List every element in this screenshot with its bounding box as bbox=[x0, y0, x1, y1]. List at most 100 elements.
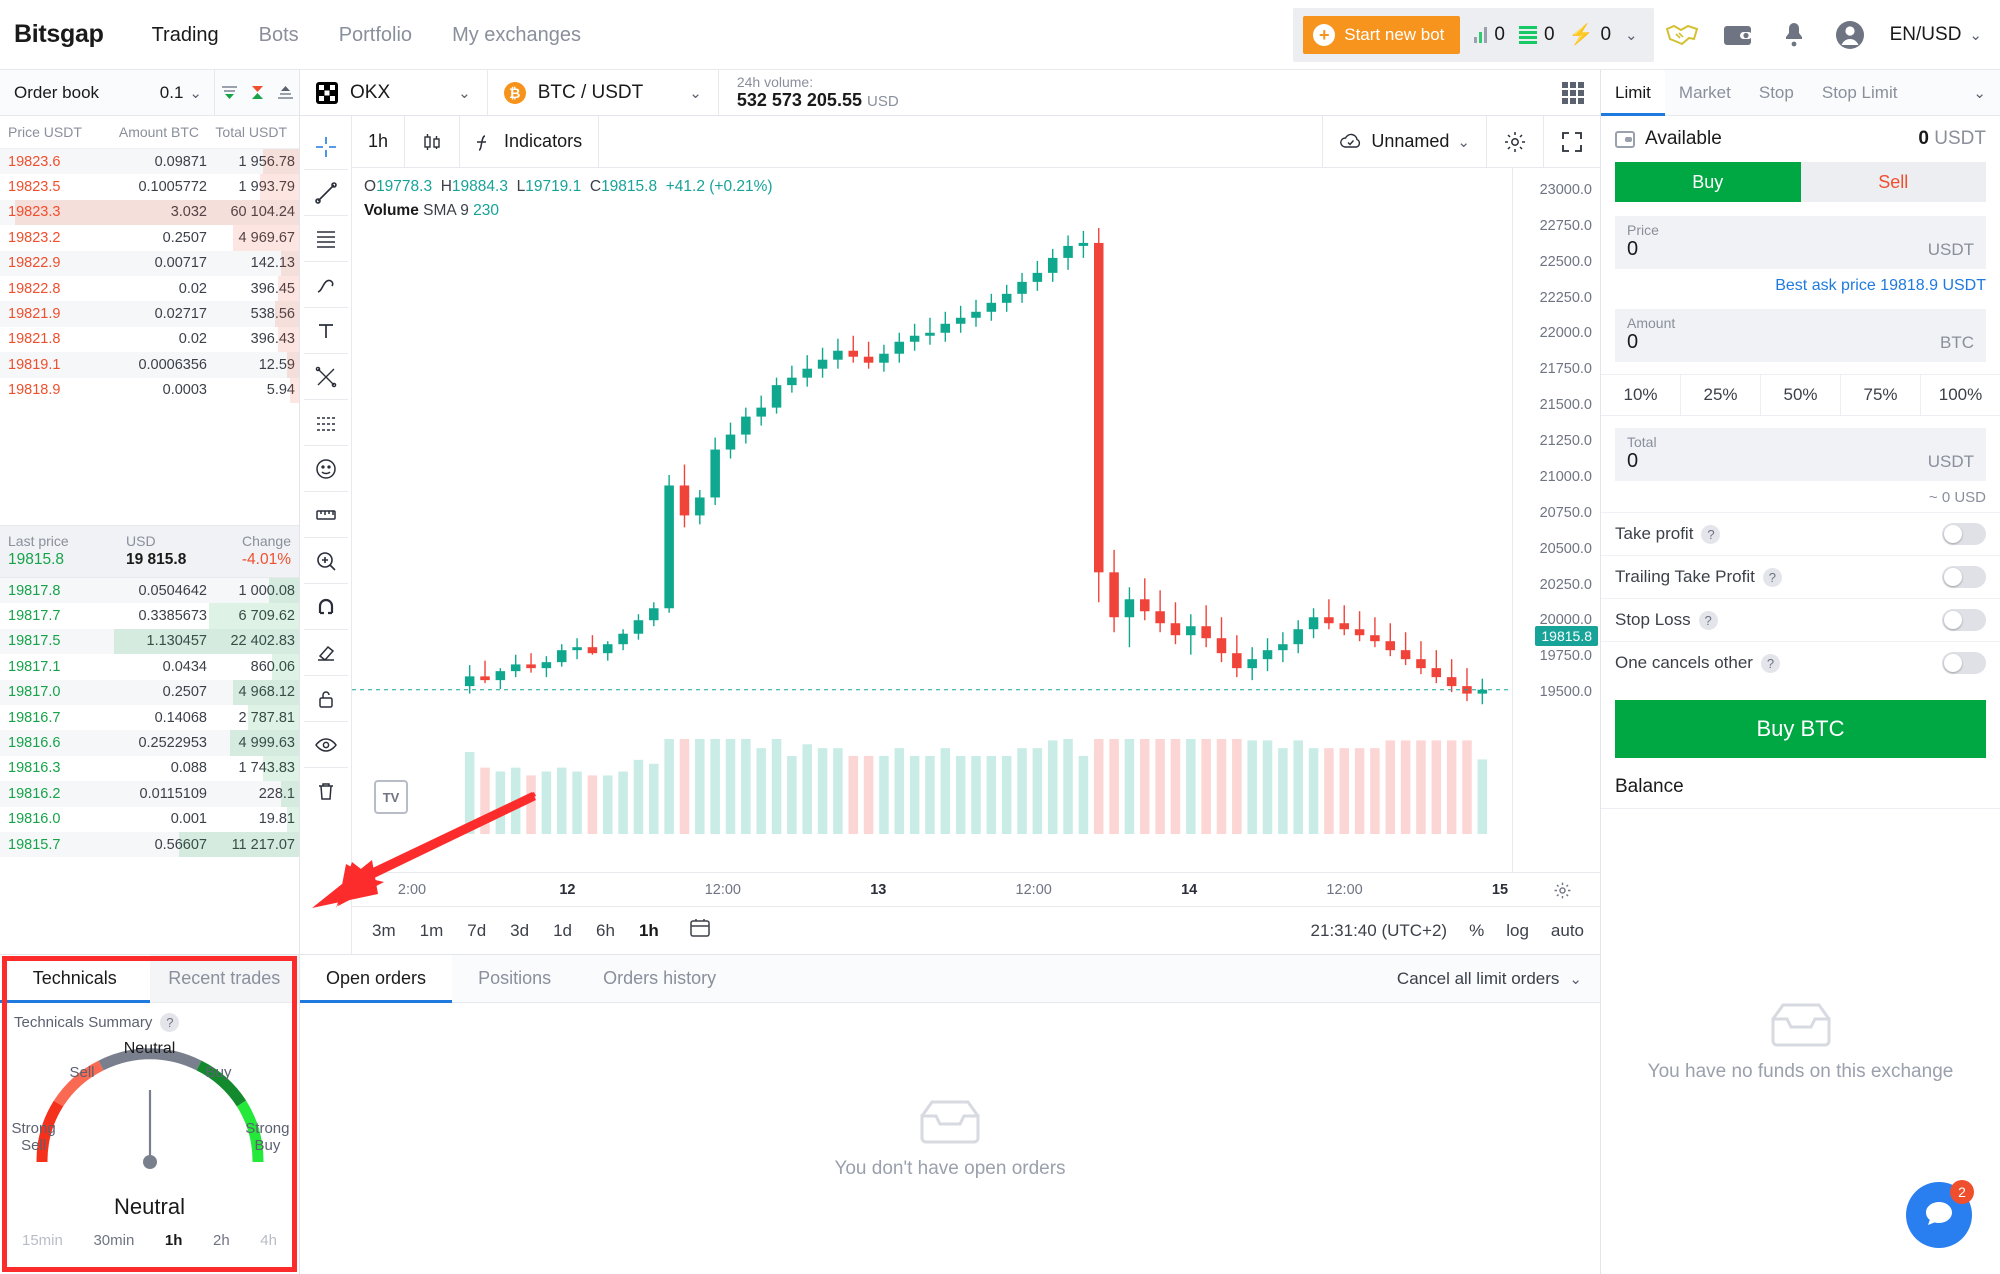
total-value[interactable]: 0 bbox=[1627, 450, 1974, 473]
footer-interval-6h[interactable]: 6h bbox=[584, 921, 627, 941]
orderbook-row[interactable]: 19823.3 3.032 60 104.24 bbox=[0, 199, 299, 226]
submit-buy-button[interactable]: Buy BTC bbox=[1615, 700, 1986, 758]
visibility-tool-icon[interactable] bbox=[303, 722, 348, 768]
scale-log-button[interactable]: log bbox=[1506, 921, 1529, 941]
wallet-icon[interactable] bbox=[1710, 0, 1766, 70]
stat-signals[interactable]: ⚡ 0 bbox=[1569, 24, 1611, 46]
footer-interval-3m[interactable]: 3m bbox=[360, 921, 408, 941]
fullscreen-icon[interactable] bbox=[1543, 116, 1600, 167]
nav-item-trading[interactable]: Trading bbox=[132, 1, 239, 69]
layout-name-selector[interactable]: Unnamed ⌄ bbox=[1322, 116, 1486, 167]
orderbook-row[interactable]: 19817.1 0.0434 860.06 bbox=[0, 654, 299, 680]
nav-item-bots[interactable]: Bots bbox=[239, 1, 319, 69]
eraser-tool-icon[interactable] bbox=[303, 630, 348, 676]
trailing-take-profit-toggle[interactable] bbox=[1942, 566, 1986, 588]
timeframe-1h[interactable]: 1h bbox=[165, 1232, 183, 1249]
help-icon[interactable]: ? bbox=[1762, 567, 1782, 587]
footer-interval-1h[interactable]: 1h bbox=[627, 921, 671, 941]
timeframe-15min[interactable]: 15min bbox=[22, 1232, 63, 1249]
orderbook-row[interactable]: 19818.9 0.0003 5.94 bbox=[0, 377, 299, 403]
stat-bots[interactable]: 0 bbox=[1474, 24, 1505, 46]
percent-10[interactable]: 10% bbox=[1601, 375, 1681, 415]
calendar-icon[interactable] bbox=[671, 918, 723, 943]
help-icon[interactable]: ? bbox=[1701, 524, 1721, 544]
footer-interval-7d[interactable]: 7d bbox=[455, 921, 498, 941]
orderbook-row[interactable]: 19817.0 0.2507 4 968.12 bbox=[0, 679, 299, 705]
amount-field[interactable]: Amount 0 BTC bbox=[1615, 309, 1986, 362]
help-icon[interactable]: ? bbox=[1698, 610, 1718, 630]
timeframe-2h[interactable]: 2h bbox=[213, 1232, 230, 1249]
patterns-tool-icon[interactable] bbox=[303, 354, 348, 400]
emoji-tool-icon[interactable] bbox=[303, 446, 348, 492]
orderbook-row[interactable]: 19821.8 0.02 396.43 bbox=[0, 326, 299, 353]
tab-limit[interactable]: Limit bbox=[1601, 70, 1665, 116]
orderbook-row[interactable]: 19823.5 0.1005772 1 993.79 bbox=[0, 174, 299, 200]
chart-settings-gear-icon[interactable] bbox=[1486, 116, 1543, 167]
candlestick-icon[interactable] bbox=[405, 116, 461, 167]
option-take-profit[interactable]: Take profit ? bbox=[1601, 512, 2000, 555]
orderbook-row[interactable]: 19822.9 0.00717 142.13 bbox=[0, 250, 299, 276]
footer-interval-1d[interactable]: 1d bbox=[541, 921, 584, 941]
best-ask-link[interactable]: Best ask price 19818.9 USDT bbox=[1601, 269, 2000, 295]
order-tabs-more-icon[interactable]: ⌄ bbox=[1959, 70, 2000, 115]
orderbook-row[interactable]: 19819.1 0.0006356 12.59 bbox=[0, 352, 299, 378]
amount-value[interactable]: 0 bbox=[1627, 331, 1974, 354]
percent-25[interactable]: 25% bbox=[1681, 375, 1761, 415]
take-profit-toggle[interactable] bbox=[1942, 523, 1986, 545]
fib-retracement-tool-icon[interactable] bbox=[303, 216, 348, 262]
timeframe-30min[interactable]: 30min bbox=[93, 1232, 134, 1249]
time-axis-settings-icon[interactable] bbox=[1553, 881, 1572, 905]
stat-grids[interactable]: 0 bbox=[1518, 24, 1555, 46]
percent-100[interactable]: 100% bbox=[1921, 375, 2000, 415]
sell-tab-button[interactable]: Sell bbox=[1801, 162, 1987, 202]
chevron-down-icon[interactable]: ⌄ bbox=[1625, 26, 1638, 44]
percent-75[interactable]: 75% bbox=[1841, 375, 1921, 415]
buy-tab-button[interactable]: Buy bbox=[1615, 162, 1801, 202]
help-icon[interactable]: ? bbox=[160, 1013, 180, 1032]
orderbook-mode-asks-icon[interactable] bbox=[271, 70, 299, 115]
tab-recent-trades[interactable]: Recent trades bbox=[149, 955, 299, 1002]
orderbook-mode-both-icon[interactable] bbox=[243, 70, 271, 115]
help-icon[interactable]: ? bbox=[1760, 653, 1780, 673]
tab-orders-history[interactable]: Orders history bbox=[577, 955, 742, 1002]
magnet-tool-icon[interactable] bbox=[303, 584, 348, 630]
prediction-tool-icon[interactable] bbox=[303, 400, 348, 446]
footer-interval-1m[interactable]: 1m bbox=[408, 921, 456, 941]
brand-logo[interactable]: Bitsgap bbox=[14, 20, 104, 49]
support-chat-button[interactable]: 2 bbox=[1906, 1180, 1974, 1248]
orderbook-row[interactable]: 19822.8 0.02 396.45 bbox=[0, 275, 299, 302]
option-trailing-take-profit[interactable]: Trailing Take Profit ? bbox=[1601, 555, 2000, 598]
one-cancels-other-toggle[interactable] bbox=[1942, 652, 1986, 674]
bell-icon[interactable] bbox=[1766, 0, 1822, 70]
scale-percent-button[interactable]: % bbox=[1469, 921, 1484, 941]
indicators-button[interactable]: Indicators bbox=[460, 116, 600, 167]
scale-auto-button[interactable]: auto bbox=[1551, 921, 1584, 941]
orderbook-row[interactable]: 19816.0 0.001 19.81 bbox=[0, 806, 299, 832]
exchange-selector[interactable]: OKX ⌄ bbox=[300, 70, 488, 115]
locale-selector[interactable]: EN/USD ⌄ bbox=[1890, 24, 1982, 46]
option-one-cancels-other[interactable]: One cancels other ? bbox=[1601, 641, 2000, 684]
text-tool-icon[interactable] bbox=[303, 308, 348, 354]
time-axis[interactable]: 2:00 12 12:00 13 12:00 14 12:00 15 bbox=[352, 872, 1600, 906]
orderbook-row[interactable]: 19816.6 0.2522953 4 999.63 bbox=[0, 730, 299, 756]
stop-loss-toggle[interactable] bbox=[1942, 609, 1986, 631]
measure-tool-icon[interactable] bbox=[303, 492, 348, 538]
chart-plot[interactable]: O19778.3 H19884.3 L19719.1 C19815.8 +41.… bbox=[352, 168, 1600, 872]
zoom-tool-icon[interactable] bbox=[303, 538, 348, 584]
tab-open-orders[interactable]: Open orders bbox=[300, 955, 453, 1003]
nav-item-portfolio[interactable]: Portfolio bbox=[319, 1, 432, 69]
crosshair-tool-icon[interactable] bbox=[303, 124, 348, 170]
percent-50[interactable]: 50% bbox=[1761, 375, 1841, 415]
cancel-all-limit-orders-button[interactable]: Cancel all limit orders ⌄ bbox=[1397, 955, 1600, 1002]
tab-stop[interactable]: Stop bbox=[1745, 70, 1808, 115]
tab-positions[interactable]: Positions bbox=[452, 955, 577, 1002]
trend-line-tool-icon[interactable] bbox=[303, 170, 348, 216]
tab-market[interactable]: Market bbox=[1665, 70, 1745, 115]
price-axis[interactable]: 23000.0 22750.0 22500.0 22250.0 22000.0 21750… bbox=[1512, 168, 1600, 872]
handshake-icon[interactable] bbox=[1654, 0, 1710, 70]
pair-selector[interactable]: ₿ BTC / USDT ⌄ bbox=[488, 70, 719, 115]
price-field[interactable]: Price 0 USDT bbox=[1615, 216, 1986, 269]
orderbook-mode-bids-icon[interactable] bbox=[215, 70, 243, 115]
orderbook-row[interactable]: 19816.7 0.14068 2 787.81 bbox=[0, 704, 299, 731]
orderbook-row[interactable]: 19817.7 0.3385673 6 709.62 bbox=[0, 603, 299, 629]
